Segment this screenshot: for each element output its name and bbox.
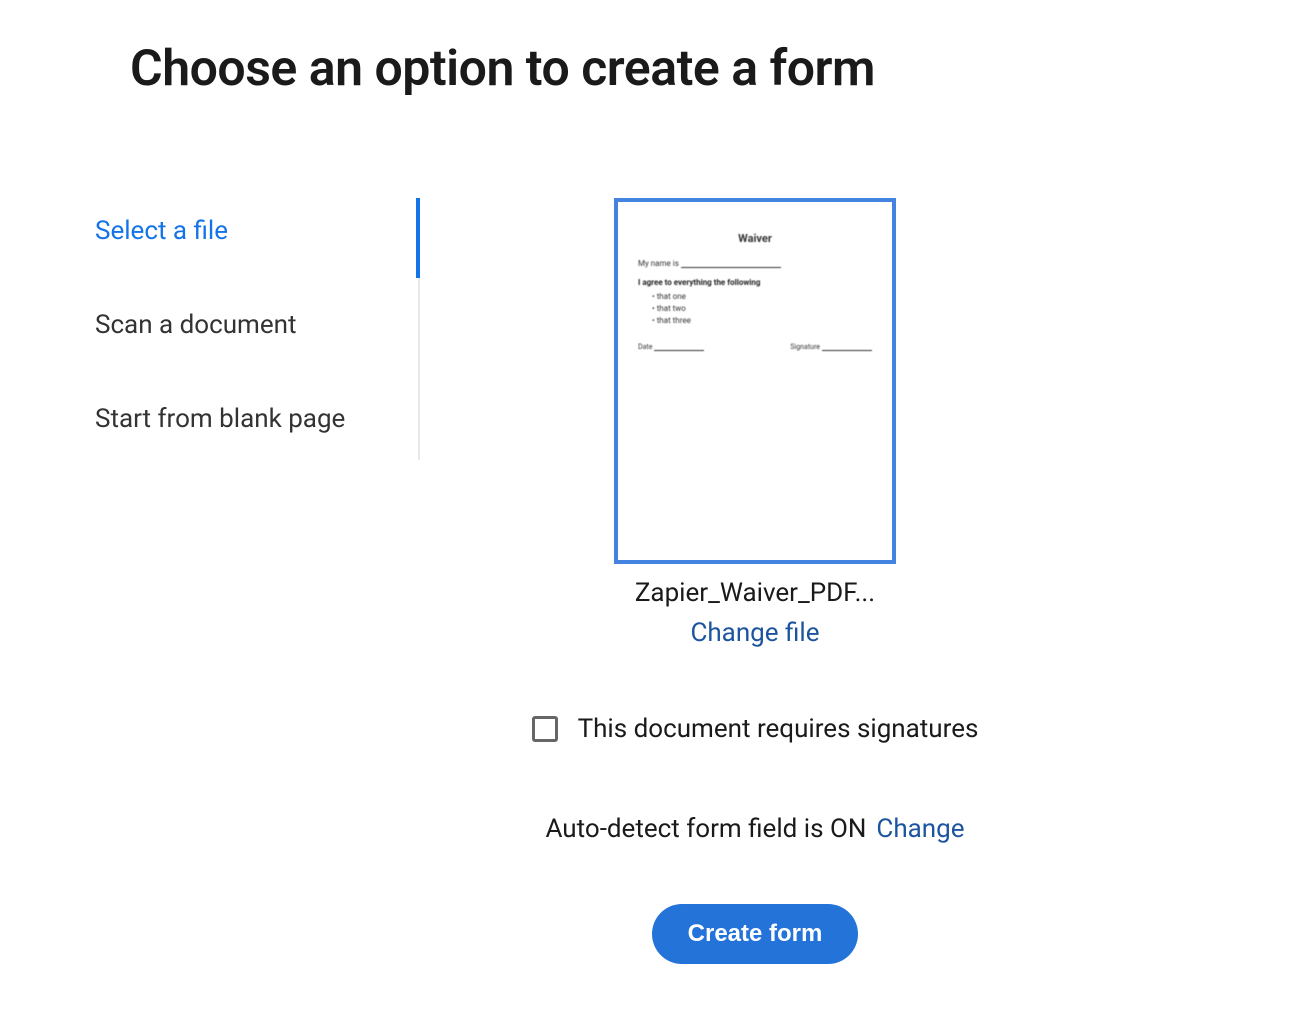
filename-label: Zapier_Waiver_PDF... [635, 578, 875, 608]
autodetect-change-link[interactable]: Change [876, 814, 964, 844]
doc-signature-field: Signature [790, 343, 872, 351]
doc-bullet: that three [652, 315, 872, 327]
sidebar-item-blank-page[interactable]: Start from blank page [95, 386, 418, 452]
sidebar-item-select-file[interactable]: Select a file [95, 198, 418, 264]
doc-preview-bullets: that one that two that three [652, 291, 872, 327]
doc-preview-agree-line: I agree to everything the following [638, 278, 872, 287]
sidebar: Select a file Scan a document Start from… [95, 198, 420, 460]
file-preview: Waiver My name is I agree to everything … [614, 198, 896, 648]
sidebar-item-scan-document[interactable]: Scan a document [95, 292, 418, 358]
main-area: Waiver My name is I agree to everything … [420, 198, 1310, 964]
signatures-label: This document requires signatures [578, 714, 979, 744]
autodetect-row: Auto-detect form field is ON Change [545, 814, 964, 844]
doc-preview-title: Waiver [638, 232, 872, 245]
change-file-link[interactable]: Change file [690, 618, 819, 648]
page-title: Choose an option to create a form [130, 40, 1310, 98]
doc-bullet: that two [652, 303, 872, 315]
file-thumbnail[interactable]: Waiver My name is I agree to everything … [614, 198, 896, 564]
doc-preview-name-line: My name is [638, 259, 872, 268]
doc-bullet: that one [652, 291, 872, 303]
signatures-checkbox[interactable] [532, 716, 558, 742]
doc-date-field: Date [638, 343, 704, 351]
content-wrapper: Select a file Scan a document Start from… [95, 198, 1310, 964]
create-form-button[interactable]: Create form [652, 904, 859, 964]
doc-preview-sign-row: Date Signature [638, 343, 872, 351]
signatures-row: This document requires signatures [532, 714, 979, 744]
autodetect-label: Auto-detect form field is ON [545, 814, 866, 844]
